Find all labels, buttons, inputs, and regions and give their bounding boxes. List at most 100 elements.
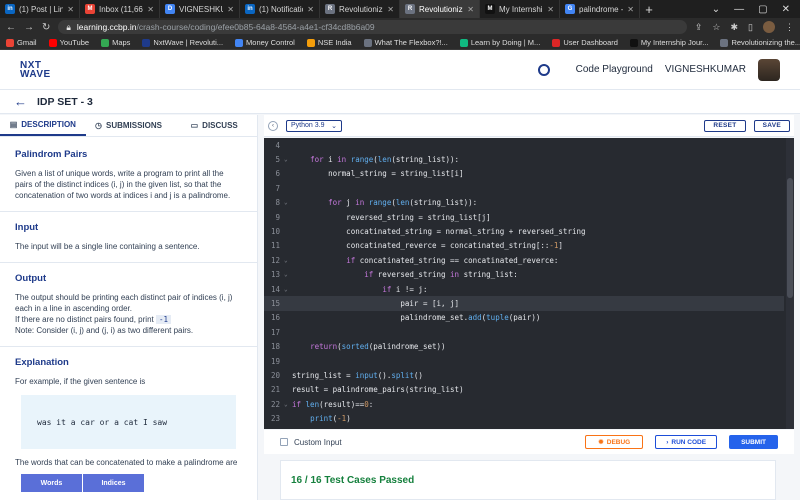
result-area: 16 / 16 Test Cases Passed <box>264 454 794 500</box>
app-header: NXT WAVE Code Playground VIGNESHKUMAR <box>0 50 800 90</box>
bookmark-item[interactable]: What The Flexbox?!... <box>363 38 448 47</box>
browser-tab-label: My Internship Jour <box>499 4 543 14</box>
chevron-down-icon[interactable]: ⌄ <box>712 4 720 15</box>
code-line: 18 return(sorted(palindrome_set)) <box>270 342 446 352</box>
username[interactable]: VIGNESHKUMAR <box>665 64 746 75</box>
code-line: 12 ⌄ if concatinated_string == concatinat… <box>270 255 559 265</box>
bookmark-item[interactable]: NSE India <box>306 38 352 47</box>
bookmark-item[interactable]: User Dashboard <box>552 38 618 47</box>
browser-tab[interactable]: D VIGNESHKUMAR ✕ <box>160 0 240 18</box>
close-tab-icon[interactable]: ✕ <box>467 5 474 14</box>
code-line: 11 concatinated_reverce = concatinated_s… <box>270 241 563 251</box>
bookmark-item[interactable]: Revolutionizing the... <box>720 38 800 47</box>
back-arrow-icon[interactable]: ← <box>14 94 27 109</box>
page-icon: R <box>325 4 335 14</box>
profile-avatar[interactable] <box>763 21 775 33</box>
debug-button[interactable]: ✹ DEBUG <box>585 435 644 449</box>
browser-tab-label: (1) Post | LinkedIn <box>19 4 63 14</box>
example-input-box: was it a car or a cat I saw <box>21 395 236 449</box>
bookmark-favicon-icon <box>101 38 110 47</box>
close-tab-icon[interactable]: ✕ <box>147 5 154 14</box>
play-icon: › <box>666 438 669 446</box>
code-line: 6 normal_string = string_list[i] <box>275 169 464 179</box>
editor-scrollbar[interactable] <box>786 138 794 429</box>
description-panel: ▤ DESCRIPTION ◷ SUBMISSIONS ▭ DISCUSS Pa… <box>0 115 258 500</box>
new-tab-button[interactable]: + <box>640 0 658 18</box>
share-icon[interactable]: ⇪ <box>695 22 703 33</box>
bookmark-label: My Internship Jour... <box>640 38 709 47</box>
minimize-icon[interactable]: — <box>734 4 744 15</box>
bookmark-item[interactable]: Money Control <box>235 38 295 47</box>
close-tab-icon[interactable]: ✕ <box>627 5 634 14</box>
bookmark-label: Money Control <box>246 38 295 47</box>
close-tab-icon[interactable]: ✕ <box>547 5 554 14</box>
bookmark-favicon-icon <box>306 38 315 47</box>
custom-input-checkbox[interactable] <box>280 438 288 446</box>
logo-line2: WAVE <box>20 68 51 80</box>
browser-tab[interactable]: in (1) Post | LinkedIn ✕ <box>0 0 80 18</box>
tab-description[interactable]: ▤ DESCRIPTION <box>0 115 86 136</box>
code-line: 23 print(-1) <box>270 414 351 424</box>
input-description: The input will be a single line containi… <box>15 242 200 251</box>
close-tab-icon[interactable]: ✕ <box>227 5 234 14</box>
bookmark-favicon-icon <box>459 38 468 47</box>
lock-icon: 🔒︎ <box>66 21 71 32</box>
run-label: RUN CODE <box>671 438 707 446</box>
code-line: 21 result = palindrome_pairs(string_list) <box>270 385 464 395</box>
scrollbar-thumb[interactable] <box>787 178 793 298</box>
bookmark-item[interactable]: My Internship Jour... <box>629 38 709 47</box>
browser-tab[interactable]: R Revolutionizing the ✕ <box>320 0 400 18</box>
language-select[interactable]: Python 3.9 ⌄ <box>286 119 342 132</box>
collapse-panel-icon[interactable]: ‹ <box>268 120 278 131</box>
browser-tab-label: palindrome - Goog <box>579 4 624 14</box>
reload-icon[interactable]: ↻ <box>42 22 50 33</box>
code-playground-link[interactable]: Code Playground <box>576 64 653 75</box>
bookmark-label: Maps <box>112 38 131 47</box>
bookmark-item[interactable]: Gmail <box>6 38 37 47</box>
output-note-text: If there are no distinct pairs found, pr… <box>15 315 154 324</box>
bookmark-item[interactable]: Maps <box>101 38 130 47</box>
run-code-button[interactable]: › RUN CODE <box>655 435 718 449</box>
back-icon[interactable]: ← <box>6 22 16 33</box>
sidepanel-icon[interactable]: ▯ <box>748 22 753 33</box>
browser-tab[interactable]: Gpalindrome - Goog✕ <box>560 0 640 18</box>
bookmark-favicon-icon <box>142 38 151 47</box>
google-icon: G <box>565 4 575 14</box>
bookmark-label: NSE India <box>317 38 352 47</box>
bookmark-item[interactable]: YouTube <box>48 38 90 47</box>
save-button[interactable]: SAVE <box>753 119 790 132</box>
maximize-icon[interactable]: ▢ <box>758 4 767 15</box>
code-editor[interactable]: 4 5 ⌄ for i in range(len(string_list)): 6… <box>264 138 794 429</box>
close-tab-icon[interactable]: ✕ <box>67 5 74 14</box>
extension-icon[interactable]: ✱ <box>731 22 739 33</box>
browser-tab[interactable]: M Inbox (11,662) - v ✕ <box>80 0 160 18</box>
reset-button[interactable]: RESET <box>704 119 746 132</box>
star-icon[interactable]: ☆ <box>712 22 720 33</box>
bookmark-label: What The Flexbox?!... <box>374 38 448 47</box>
browser-tab[interactable]: M My Internship Jour ✕ <box>480 0 560 18</box>
code-line: 17 <box>270 327 280 337</box>
close-window-icon[interactable]: ✕ <box>782 4 790 15</box>
forward-icon[interactable]: → <box>24 22 34 33</box>
bookmark-item[interactable]: Learn by Doing | M... <box>459 38 540 47</box>
browser-tab[interactable]: R Revolutionizing th ✕ <box>400 0 480 18</box>
user-avatar[interactable] <box>758 58 780 81</box>
url-input[interactable]: 🔒︎ learning.ccbp.in/crash-course/coding/… <box>58 20 687 34</box>
menu-icon[interactable]: ⋮ <box>785 22 794 33</box>
table-header-indices: Indices <box>83 474 145 492</box>
nxtwave-logo[interactable]: NXT WAVE <box>20 60 51 80</box>
tab-discuss[interactable]: ▭ DISCUSS <box>171 115 257 136</box>
address-bar: ← → ↻ 🔒︎ learning.ccbp.in/crash-course/c… <box>0 18 800 36</box>
action-bar: Custom Input ✹ DEBUG › RUN CODE SUBMIT <box>264 430 794 454</box>
tab-submissions[interactable]: ◷ SUBMISSIONS <box>86 115 172 136</box>
close-tab-icon[interactable]: ✕ <box>307 5 314 14</box>
timer-icon[interactable] <box>537 63 550 76</box>
submit-button[interactable]: SUBMIT <box>729 435 778 449</box>
bookmark-item[interactable]: NxtWave | Revoluti... <box>142 38 223 47</box>
browser-tab[interactable]: in (1) Notifications | L ✕ <box>240 0 320 18</box>
bookmark-label: Gmail <box>17 38 37 47</box>
code-line: 16 palindrome_set.add(tuple(pair)) <box>270 313 541 323</box>
bookmark-label: YouTube <box>59 38 90 47</box>
close-tab-icon[interactable]: ✕ <box>387 5 394 14</box>
custom-input-label[interactable]: Custom Input <box>294 438 342 447</box>
